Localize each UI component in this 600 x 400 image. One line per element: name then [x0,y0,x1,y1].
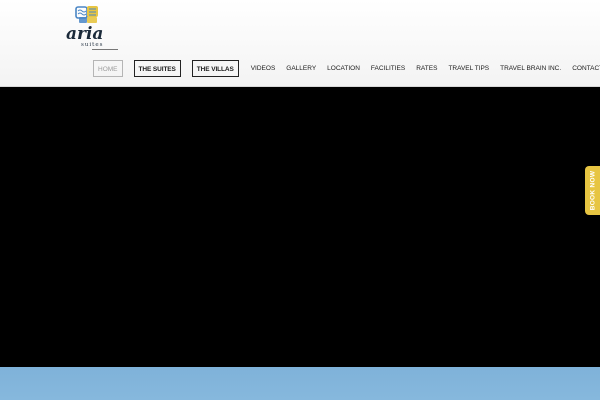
nav-gallery[interactable]: GALLERY [286,60,316,77]
brand-tagline: suites [81,42,103,48]
nav-location[interactable]: LOCATION [327,60,360,77]
nav-home[interactable]: HOME [93,60,123,77]
nav-rates[interactable]: RATES [416,60,437,77]
nav-the-suites[interactable]: THE SUITES [133,60,181,77]
brand-name: aria [66,24,103,44]
main-nav: HOME THE SUITES THE VILLAS VIDEOS GALLER… [93,60,600,77]
nav-facilities[interactable]: FACILITIES [371,60,405,77]
logo-icon: aria suites [66,6,103,48]
nav-contact[interactable]: CONTACT [572,60,600,77]
nav-travel-brain-inc[interactable]: TRAVEL BRAIN INC. [500,60,561,77]
nav-travel-tips[interactable]: TRAVEL TIPS [448,60,489,77]
book-now-label: BOOK NOW [589,170,596,211]
hero-video[interactable] [0,87,600,367]
nav-the-villas[interactable]: THE VILLAS [191,60,239,77]
logo-divider [92,49,118,50]
aria-suites-logo[interactable]: aria suites [66,4,104,48]
book-now-button[interactable]: BOOK NOW [585,166,600,215]
hero-sky-image [0,367,600,400]
site-header: aria suites HOME THE SUITES THE VILLAS V… [0,0,600,87]
nav-videos[interactable]: VIDEOS [251,60,276,77]
